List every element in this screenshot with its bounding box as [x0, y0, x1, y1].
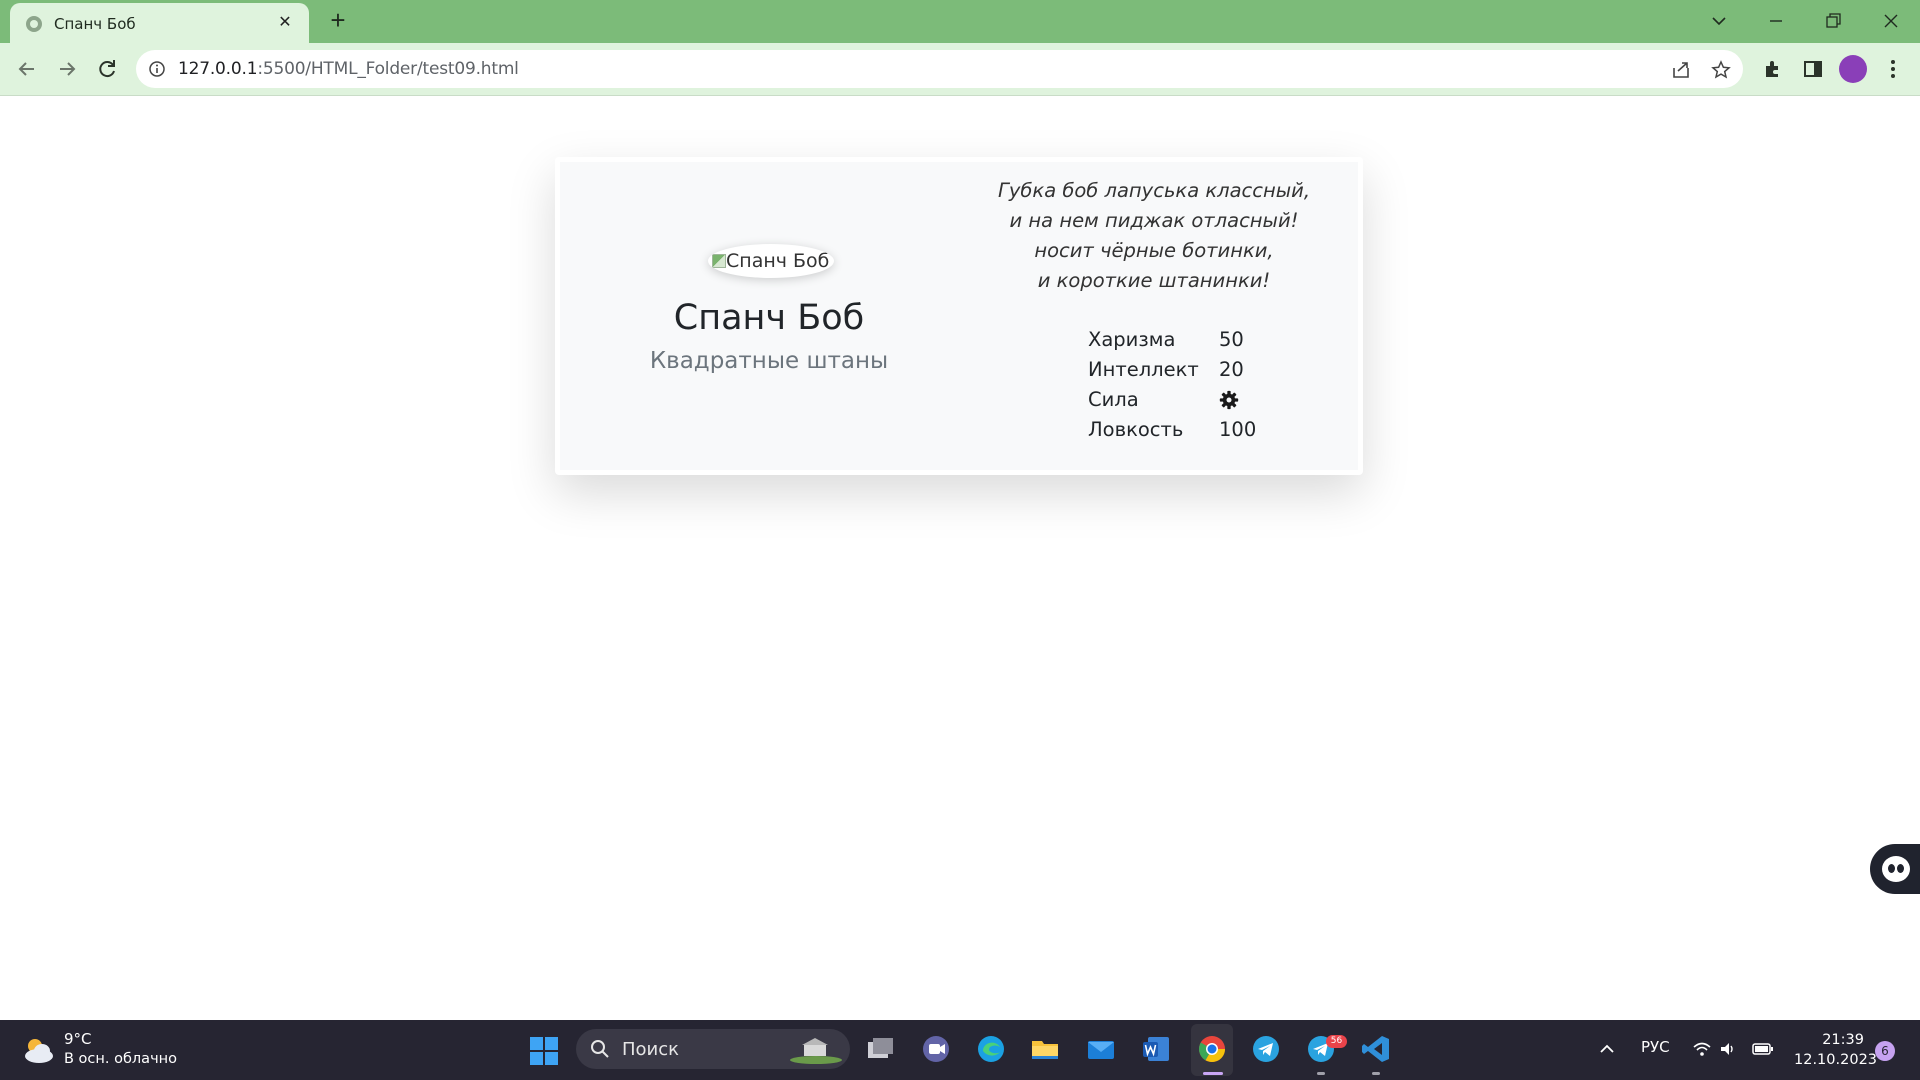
url-host: 127.0.0.1	[178, 59, 258, 79]
stat-label: Ловкость	[1088, 418, 1184, 441]
url-path: :5500/HTML_Folder/test09.html	[257, 59, 519, 79]
profile-image-alt: Спанч Боб	[726, 250, 830, 272]
search-highlight-icon	[790, 1038, 842, 1064]
new-tab-button[interactable]: +	[326, 7, 350, 33]
wifi-icon[interactable]	[1693, 1040, 1711, 1058]
extensions-icon[interactable]	[1760, 56, 1786, 82]
clock-date: 12.10.2023	[1794, 1052, 1878, 1068]
url-text[interactable]: 127.0.0.1:5500/HTML_Folder/test09.html	[178, 59, 519, 79]
bookmark-star-icon[interactable]	[1710, 59, 1732, 81]
profile-image: Спанч Боб	[708, 244, 834, 278]
bot-face-icon	[1882, 856, 1910, 882]
vscode-icon[interactable]	[1360, 1033, 1392, 1065]
share-icon[interactable]	[1670, 59, 1692, 81]
stat-label: Харизма	[1088, 328, 1176, 351]
profile-card: Спанч Боб Спанч Боб Квадратные штаны Губ…	[555, 157, 1363, 475]
stat-label: Сила	[1088, 388, 1139, 411]
windows-start-icon[interactable]	[529, 1036, 559, 1066]
globe-icon	[26, 16, 42, 32]
taskbar: 9°C В осн. облачно Поиск 56 РУС 21:39 12…	[0, 1020, 1920, 1080]
telegram-unread-badge: 56	[1326, 1035, 1347, 1048]
weather-cloud-icon[interactable]	[20, 1032, 56, 1068]
file-explorer-icon[interactable]	[1029, 1033, 1061, 1065]
profile-name: Спанч Боб	[673, 298, 865, 338]
system-clock[interactable]: 21:39 12.10.2023	[1794, 1030, 1878, 1070]
side-panel-icon[interactable]	[1800, 56, 1826, 82]
weather-description[interactable]: В осн. облачно	[64, 1051, 177, 1067]
reload-icon[interactable]	[93, 55, 121, 83]
show-hidden-icons-icon[interactable]	[1598, 1040, 1616, 1058]
restore-icon[interactable]	[1818, 6, 1848, 36]
poem-line: и на нем пиджак отласный!	[1009, 209, 1299, 232]
volume-icon[interactable]	[1719, 1040, 1737, 1058]
browser-tab[interactable]: Спанч Боб ✕	[10, 3, 309, 43]
telegram-icon[interactable]	[1250, 1033, 1282, 1065]
weather-temperature[interactable]: 9°C	[64, 1030, 92, 1048]
site-info-icon[interactable]	[148, 60, 166, 78]
menu-kebab-icon[interactable]	[1880, 56, 1906, 82]
mail-icon[interactable]	[1085, 1033, 1117, 1065]
tab-search-icon[interactable]	[1704, 6, 1734, 36]
floating-assistant-button[interactable]	[1870, 844, 1920, 894]
chrome-active-indicator	[1203, 1072, 1223, 1075]
close-window-icon[interactable]	[1876, 6, 1906, 36]
gear-icon	[1219, 390, 1239, 410]
battery-icon[interactable]	[1752, 1040, 1774, 1058]
edge-browser-icon[interactable]	[975, 1033, 1007, 1065]
broken-image-icon	[712, 254, 726, 268]
close-tab-icon[interactable]: ✕	[275, 13, 295, 33]
tab-title: Спанч Боб	[54, 15, 136, 33]
clock-time: 21:39	[1822, 1032, 1864, 1048]
chrome-icon[interactable]	[1196, 1033, 1228, 1065]
search-icon	[591, 1040, 609, 1058]
keyboard-language[interactable]: РУС	[1641, 1038, 1670, 1056]
browser-tab-strip: Спанч Боб ✕ +	[0, 0, 1920, 43]
poem: Губка боб лапуська классный, и на нем пи…	[978, 176, 1330, 296]
browser-toolbar: 127.0.0.1:5500/HTML_Folder/test09.html	[0, 43, 1920, 96]
stat-value: 20	[1219, 358, 1244, 381]
search-placeholder: Поиск	[622, 1039, 680, 1060]
task-view-icon[interactable]	[864, 1033, 896, 1065]
poem-line: носит чёрные ботинки,	[1034, 239, 1274, 262]
teams-chat-icon[interactable]	[920, 1033, 952, 1065]
address-bar[interactable]: 127.0.0.1:5500/HTML_Folder/test09.html	[136, 50, 1743, 88]
stat-label: Интеллект	[1088, 358, 1199, 381]
stat-value: 100	[1219, 418, 1257, 441]
profile-avatar[interactable]	[1839, 55, 1867, 83]
word-icon[interactable]	[1140, 1033, 1172, 1065]
poem-line: и короткие штанинки!	[1037, 269, 1271, 292]
profile-subtitle: Квадратные штаны	[649, 348, 889, 374]
vscode-running-indicator	[1372, 1072, 1380, 1075]
poem-line: Губка боб лапуська классный,	[997, 179, 1311, 202]
forward-icon[interactable]	[53, 55, 81, 83]
taskbar-search[interactable]: Поиск	[576, 1029, 850, 1069]
minimize-icon[interactable]	[1761, 6, 1791, 36]
stat-value: 50	[1219, 328, 1244, 351]
telegram-running-indicator	[1317, 1072, 1325, 1075]
notification-count[interactable]: 6	[1875, 1041, 1895, 1061]
back-icon[interactable]	[13, 55, 41, 83]
